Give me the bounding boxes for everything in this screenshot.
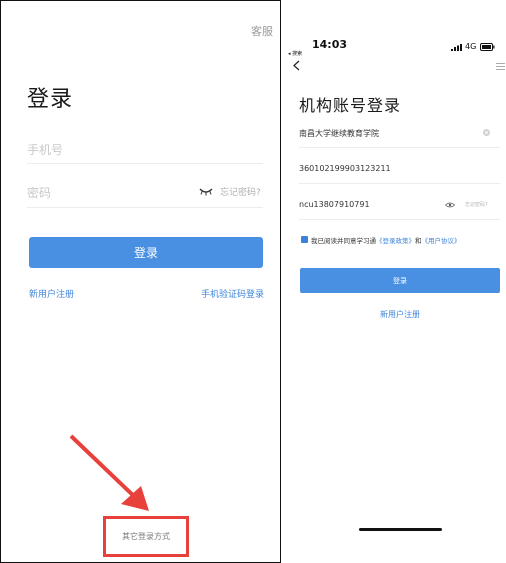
password-input[interactable]: ncu13807910791 [299, 200, 370, 209]
phone-input[interactable]: 手机号 [27, 141, 63, 158]
register-link[interactable]: 新用户注册 [286, 309, 506, 320]
school-divider [299, 147, 500, 148]
password-divider [27, 207, 263, 208]
highlight-box: 其它登录方式 [103, 516, 189, 557]
register-link[interactable]: 新用户注册 [29, 287, 74, 300]
agreement-prefix: 我已阅读并同意学习通 [311, 237, 376, 245]
status-back-app[interactable]: ◂ 搜索 [288, 50, 302, 57]
forgot-password-link[interactable]: 忘记密码? [220, 185, 261, 198]
eye-closed-icon[interactable] [199, 188, 213, 196]
checkbox-icon[interactable] [301, 236, 308, 250]
back-icon[interactable] [292, 60, 300, 71]
left-login-screen: 客服 登录 手机号 密码 忘记密码? 登录 新用户注册 手机验证码登录 其它登录… [0, 0, 281, 563]
policy-link[interactable]: 《登录政策》 [376, 237, 415, 245]
password-input[interactable]: 密码 [27, 184, 51, 201]
right-login-screen: 14:03 ◂ 搜索 4G 机构账号登录 南昌大学继续教育学院 36010219… [286, 30, 506, 563]
network-type: 4G [465, 42, 477, 51]
school-input[interactable]: 南昌大学继续教育学院 [299, 128, 379, 139]
password-divider [299, 219, 500, 220]
terms-link[interactable]: 《用户协议》 [422, 237, 461, 245]
eye-open-icon[interactable] [445, 202, 455, 208]
login-button[interactable]: 登录 [29, 237, 263, 268]
page-title: 机构账号登录 [299, 96, 402, 115]
page-title: 登录 [27, 87, 74, 112]
login-button[interactable]: 登录 [300, 268, 500, 293]
battery-icon [480, 43, 495, 51]
agreement-text: 我已阅读并同意学习通《登录政策》和《用户协议》 [311, 235, 461, 245]
clear-icon[interactable] [483, 129, 490, 136]
other-login-link[interactable]: 其它登录方式 [106, 519, 186, 554]
account-input[interactable]: 360102199903123211 [299, 164, 391, 173]
account-divider [299, 183, 500, 184]
phone-divider [27, 163, 263, 164]
home-indicator[interactable] [359, 528, 442, 531]
forgot-password-link[interactable]: 忘记密码? [465, 201, 488, 208]
menu-icon[interactable] [496, 63, 505, 70]
sms-login-link[interactable]: 手机验证码登录 [201, 287, 264, 300]
signal-icon [451, 44, 462, 51]
customer-service-link[interactable]: 客服 [251, 23, 273, 39]
arrow-icon [69, 434, 149, 511]
status-time: 14:03 [312, 38, 348, 51]
